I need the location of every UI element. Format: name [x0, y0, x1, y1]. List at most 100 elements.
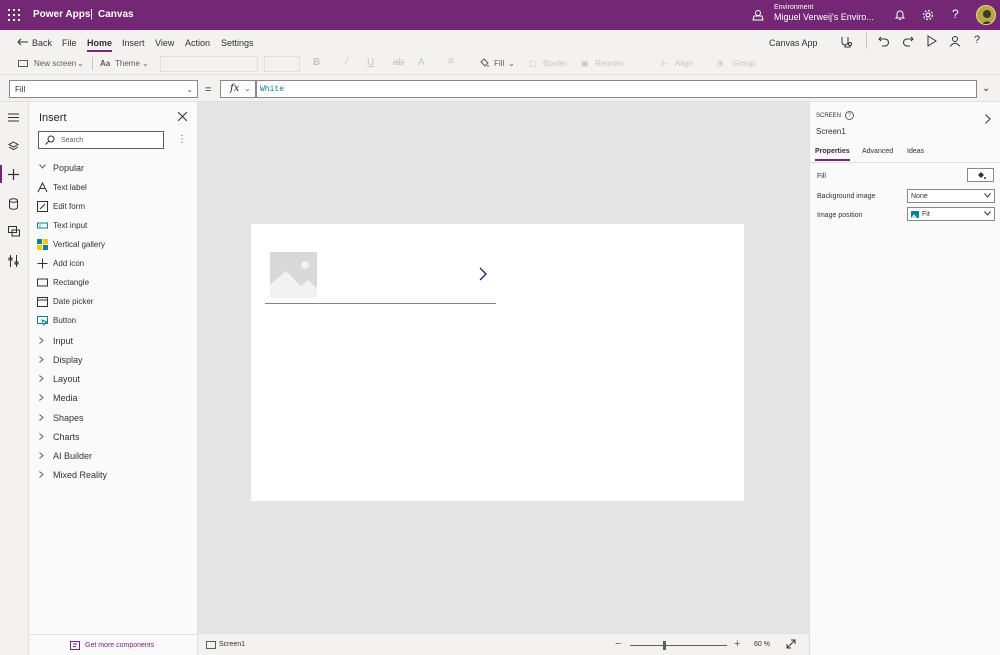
menu-settings[interactable]: Settings: [221, 38, 254, 48]
help-icon[interactable]: ?: [974, 34, 980, 46]
menu-view[interactable]: View: [155, 38, 174, 48]
category-input[interactable]: Input: [29, 332, 197, 351]
get-more-components-link[interactable]: Get more components: [29, 634, 197, 655]
border-button[interactable]: Border: [543, 59, 567, 68]
insert-item-rectangle[interactable]: Rectangle: [29, 273, 197, 292]
font-color-icon[interactable]: A: [418, 57, 425, 68]
chevron-right-icon: [39, 337, 44, 344]
insert-item-add-icon[interactable]: Add icon: [29, 254, 197, 273]
function-button[interactable]: fx ⌄: [220, 80, 256, 98]
font-size-select[interactable]: [264, 56, 300, 72]
menu-home[interactable]: Home: [87, 38, 113, 52]
new-screen-button[interactable]: New screen: [34, 59, 76, 68]
category-charts[interactable]: Charts: [29, 428, 197, 447]
insert-item-text-label[interactable]: Text label: [29, 178, 197, 197]
app-launcher-icon[interactable]: [8, 9, 20, 21]
help-icon[interactable]: ?: [952, 7, 959, 21]
tab-properties[interactable]: Properties: [815, 148, 850, 161]
more-options-icon[interactable]: ⋮: [177, 134, 187, 145]
menu-insert[interactable]: Insert: [122, 38, 145, 48]
avatar[interactable]: [976, 5, 996, 25]
environment-picker[interactable]: Miguel Verweij's Enviro...: [774, 12, 874, 22]
hamburger-icon[interactable]: [8, 113, 19, 122]
category-layout[interactable]: Layout: [29, 370, 197, 389]
fit-to-window-icon[interactable]: [786, 639, 796, 649]
insert-item-button[interactable]: Button: [29, 311, 197, 330]
insert-item-label: Button: [53, 316, 77, 325]
expand-formula-icon[interactable]: ⌄: [982, 83, 990, 94]
property-dropdown[interactable]: Fill ⌄: [9, 80, 198, 98]
image-position-dropdown[interactable]: Fit: [907, 207, 995, 221]
undo-icon[interactable]: [878, 35, 890, 47]
fill-button[interactable]: Fill: [494, 59, 504, 68]
align-icon: ⊩: [661, 59, 668, 68]
chevron-right-icon[interactable]: [985, 114, 991, 124]
left-rail: [0, 102, 29, 655]
share-user-icon[interactable]: [949, 35, 961, 47]
fill-color-picker[interactable]: [967, 168, 994, 182]
tree-view-icon[interactable]: [8, 141, 19, 152]
zoom-in-button[interactable]: +: [734, 638, 740, 650]
close-icon[interactable]: [178, 112, 187, 121]
screen-selector[interactable]: Screen1: [219, 641, 245, 648]
category-label: Charts: [53, 432, 80, 442]
tab-advanced[interactable]: Advanced: [862, 148, 893, 155]
app-checker-icon[interactable]: [839, 35, 853, 49]
search-placeholder: Search: [61, 137, 84, 144]
zoom-out-button[interactable]: −: [615, 638, 621, 650]
insert-item-label: Text input: [53, 221, 88, 230]
menu-bar: Back File Home Insert View Action Settin…: [0, 30, 1000, 52]
preview-play-icon[interactable]: [927, 35, 937, 47]
chevron-right-icon[interactable]: [479, 267, 487, 281]
underline-icon[interactable]: U: [367, 57, 374, 68]
search-input[interactable]: Search: [38, 131, 164, 149]
product-name[interactable]: Power Apps: [33, 9, 90, 20]
zoom-slider-thumb[interactable]: [663, 641, 666, 650]
text-align-icon[interactable]: ≡: [448, 56, 454, 67]
data-icon[interactable]: [8, 198, 19, 210]
chevron-down-icon: ⌄: [77, 59, 84, 68]
insert-add-icon[interactable]: [8, 169, 19, 180]
strikethrough-icon[interactable]: ab: [393, 57, 404, 68]
media-icon[interactable]: [8, 226, 20, 237]
settings-icon[interactable]: [922, 9, 934, 21]
theme-button[interactable]: Theme: [115, 59, 140, 68]
category-ai-builder[interactable]: AI Builder: [29, 447, 197, 466]
category-popular[interactable]: Popular: [29, 159, 197, 178]
advanced-tools-icon[interactable]: [8, 255, 19, 267]
chevron-down-icon: ⌄: [186, 85, 193, 94]
category-display[interactable]: Display: [29, 351, 197, 370]
category-media[interactable]: Media: [29, 389, 197, 408]
insert-item-date-picker[interactable]: Date picker: [29, 292, 197, 311]
insert-item-label: Rectangle: [53, 278, 90, 287]
chevron-right-icon: [39, 452, 44, 459]
redo-icon[interactable]: [902, 35, 914, 47]
font-select[interactable]: [160, 56, 258, 72]
group-button[interactable]: Group: [733, 59, 755, 68]
back-button[interactable]: Back: [32, 38, 52, 48]
notifications-icon[interactable]: [894, 9, 906, 21]
search-icon: [45, 135, 55, 145]
menu-file[interactable]: File: [62, 38, 77, 48]
app-screen[interactable]: [251, 224, 744, 501]
insert-item-text-input[interactable]: Text input: [29, 216, 197, 235]
italic-icon[interactable]: /: [345, 57, 348, 68]
reorder-button[interactable]: Reorder: [595, 59, 624, 68]
align-button[interactable]: Align: [675, 59, 693, 68]
insert-item-edit-form[interactable]: Edit form: [29, 197, 197, 216]
tab-ideas[interactable]: Ideas: [907, 148, 924, 155]
back-arrow-icon[interactable]: [17, 38, 29, 46]
zoom-slider[interactable]: [630, 645, 727, 646]
insert-item-vertical-gallery[interactable]: Vertical gallery: [29, 235, 197, 254]
image-position-label: Image position: [817, 212, 863, 219]
bold-icon[interactable]: B: [313, 57, 320, 68]
menu-action[interactable]: Action: [185, 38, 210, 48]
environment-icon[interactable]: [752, 9, 764, 21]
category-shapes[interactable]: Shapes: [29, 409, 197, 428]
formula-input[interactable]: White: [256, 80, 977, 98]
gallery-image-placeholder[interactable]: [270, 252, 317, 298]
info-icon[interactable]: ?: [845, 111, 854, 120]
category-mixed-reality[interactable]: Mixed Reality: [29, 466, 197, 485]
background-image-dropdown[interactable]: None: [907, 189, 995, 203]
insert-item-label: Add icon: [53, 259, 85, 268]
